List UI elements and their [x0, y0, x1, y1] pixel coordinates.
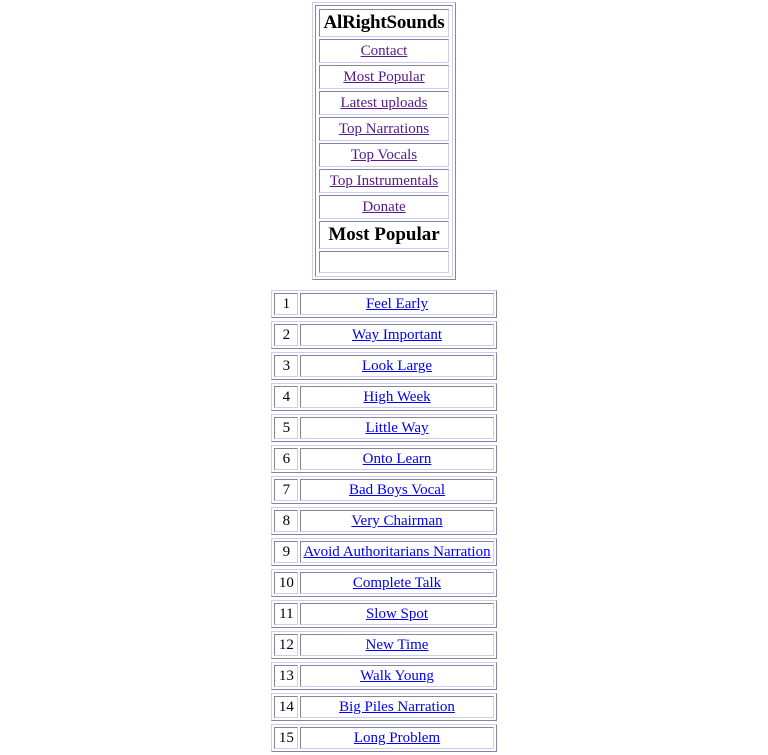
list-item: 1 Feel Early: [271, 290, 497, 318]
list-item-link[interactable]: Bad Boys Vocal: [349, 482, 445, 498]
list-item: 12 New Time: [271, 631, 497, 659]
list-item-rank: 11: [274, 603, 299, 625]
nav-item-link[interactable]: Top Vocals: [351, 147, 417, 163]
list-item: 11 Slow Spot: [271, 600, 497, 628]
list-item: 7 Bad Boys Vocal: [271, 476, 497, 504]
list-item: 5 Little Way: [271, 414, 497, 442]
list-item-rank: 14: [274, 696, 299, 718]
site-title: AlRightSounds: [318, 9, 450, 37]
list-item-link[interactable]: High Week: [363, 389, 430, 405]
list-item-title-cell[interactable]: Slow Spot: [300, 603, 494, 625]
nav-item-link[interactable]: Top Narrations: [339, 121, 429, 137]
list-item: 14 Big Piles Narration: [271, 693, 497, 721]
list-item-rank: 9: [274, 541, 299, 563]
list-item-title-cell[interactable]: New Time: [300, 634, 494, 656]
section-empty-cell: [318, 251, 450, 273]
list-item-link[interactable]: Little Way: [365, 420, 428, 436]
list-item-title-cell[interactable]: Way Important: [300, 324, 494, 346]
list-item-rank: 7: [274, 479, 299, 501]
list-item-link[interactable]: Complete Talk: [353, 575, 441, 591]
list-item-title-cell[interactable]: High Week: [300, 386, 494, 408]
list-item: 9 Avoid Authoritarians Narration: [271, 538, 497, 566]
list-item-title-cell[interactable]: Feel Early: [300, 293, 494, 315]
list-item-title-cell[interactable]: Walk Young: [300, 665, 494, 687]
list-item-title-cell[interactable]: Little Way: [300, 417, 494, 439]
list-item: 10 Complete Talk: [271, 569, 497, 597]
nav-item-link[interactable]: Top Instrumentals: [330, 173, 439, 189]
site-nav-inner-table: AlRightSounds Contact Most Popular Latest u…: [317, 7, 452, 275]
page-root: AlRightSounds Contact Most Popular Latest u…: [0, 0, 768, 755]
nav-item-top-vocals[interactable]: Top Vocals: [318, 143, 450, 167]
list-item-link[interactable]: Onto Learn: [363, 451, 432, 467]
nav-item-contact[interactable]: Contact: [318, 39, 450, 63]
list-item: 8 Very Chairman: [271, 507, 497, 535]
list-item-title-cell[interactable]: Look Large: [300, 355, 494, 377]
list-item-link[interactable]: Way Important: [352, 327, 442, 343]
list-item-title-cell[interactable]: Complete Talk: [300, 572, 494, 594]
list-item-link[interactable]: Walk Young: [360, 668, 434, 684]
list-item-title-cell[interactable]: Very Chairman: [300, 510, 494, 532]
nav-item-top-narrations[interactable]: Top Narrations: [318, 117, 450, 141]
list-item-rank: 1: [274, 293, 299, 315]
list-item-rank: 5: [274, 417, 299, 439]
list-item: 6 Onto Learn: [271, 445, 497, 473]
list-item-title-cell[interactable]: Long Problem: [300, 727, 494, 749]
nav-item-link[interactable]: Contact: [361, 43, 408, 59]
list-item: 2 Way Important: [271, 321, 497, 349]
list-item-title-cell[interactable]: Bad Boys Vocal: [300, 479, 494, 501]
list-item-rank: 3: [274, 355, 299, 377]
list-item-rank: 15: [274, 727, 299, 749]
most-popular-list: 1 Feel Early 2 Way Important 3 Look Large 4 Hig…: [271, 290, 497, 755]
list-item-rank: 4: [274, 386, 299, 408]
list-item-rank: 12: [274, 634, 299, 656]
list-item-rank: 13: [274, 665, 299, 687]
list-item-rank: 8: [274, 510, 299, 532]
nav-item-most-popular[interactable]: Most Popular: [318, 65, 450, 89]
list-item-link[interactable]: Feel Early: [366, 296, 428, 312]
list-item: 3 Look Large: [271, 352, 497, 380]
list-item-rank: 2: [274, 324, 299, 346]
nav-item-link[interactable]: Latest uploads: [340, 95, 427, 111]
list-item-rank: 10: [274, 572, 299, 594]
list-item-link[interactable]: Very Chairman: [351, 513, 442, 529]
list-item-link[interactable]: Big Piles Narration: [339, 699, 455, 715]
nav-item-link[interactable]: Most Popular: [343, 69, 424, 85]
list-item-link[interactable]: Look Large: [362, 358, 432, 374]
list-item-link[interactable]: Slow Spot: [366, 606, 428, 622]
section-heading: Most Popular: [318, 221, 450, 249]
list-item-title-cell[interactable]: Avoid Authoritarians Narration: [300, 541, 494, 563]
list-item-link[interactable]: Long Problem: [354, 730, 440, 746]
site-nav-table: AlRightSounds Contact Most Popular Latest u…: [311, 2, 457, 280]
list-item-title-cell[interactable]: Onto Learn: [300, 448, 494, 470]
list-item-link[interactable]: Avoid Authoritarians Narration: [303, 544, 490, 560]
list-item: 15 Long Problem: [271, 724, 497, 752]
nav-item-link[interactable]: Donate: [362, 199, 405, 215]
list-item-link[interactable]: New Time: [366, 637, 429, 653]
site-nav-container-cell: AlRightSounds Contact Most Popular Latest u…: [314, 5, 454, 277]
list-item-rank: 6: [274, 448, 299, 470]
list-item-title-cell[interactable]: Big Piles Narration: [300, 696, 494, 718]
list-item: 13 Walk Young: [271, 662, 497, 690]
nav-item-latest-uploads[interactable]: Latest uploads: [318, 91, 450, 115]
nav-item-top-instrumentals[interactable]: Top Instrumentals: [318, 169, 450, 193]
list-item: 4 High Week: [271, 383, 497, 411]
nav-item-donate[interactable]: Donate: [318, 195, 450, 219]
site-nav-body: AlRightSounds Contact Most Popular Latest u…: [318, 9, 450, 273]
